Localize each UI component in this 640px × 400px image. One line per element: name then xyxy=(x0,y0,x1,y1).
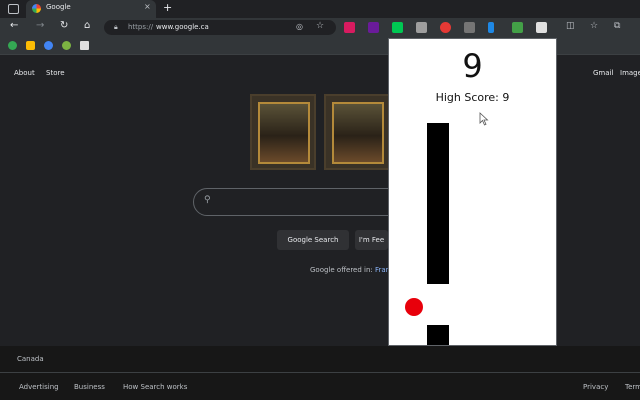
game-popup[interactable]: 9 High Score: 9 xyxy=(388,38,557,346)
forward-button[interactable]: → xyxy=(36,20,44,31)
offered-prefix: Google offered in: xyxy=(310,266,373,274)
split-screen-icon[interactable]: ◫ xyxy=(566,21,575,31)
location-icon[interactable]: ◎ xyxy=(296,22,303,31)
bookmark-icon[interactable] xyxy=(26,41,35,50)
bookmark-icon[interactable] xyxy=(80,41,89,50)
extension-icon[interactable] xyxy=(344,22,355,33)
how-search-works-link[interactable]: How Search works xyxy=(123,383,187,391)
window-menu-icon[interactable] xyxy=(8,4,19,14)
address-bar[interactable]: 🔒︎ https:// www.google.ca ◎ ☆ xyxy=(104,20,336,35)
tab-title: Google xyxy=(46,3,71,11)
game-extension-icon[interactable] xyxy=(536,22,547,33)
google-search-button[interactable]: Google Search xyxy=(277,230,349,250)
lock-icon: 🔒︎ xyxy=(114,23,118,31)
new-tab-button[interactable]: + xyxy=(163,1,172,14)
store-link[interactable]: Store xyxy=(46,69,65,77)
player-ball xyxy=(405,298,423,316)
extension-icon[interactable] xyxy=(440,22,451,33)
url-scheme: https:// xyxy=(128,23,154,31)
top-pipe xyxy=(427,123,449,284)
extension-icon[interactable] xyxy=(512,22,523,33)
bookmark-icon[interactable] xyxy=(62,41,71,50)
back-button[interactable]: ← xyxy=(10,20,18,31)
gmail-link[interactable]: Gmail xyxy=(593,69,613,77)
bottom-pipe xyxy=(427,325,449,345)
game-score: 9 xyxy=(462,47,483,85)
reload-button[interactable]: ↻ xyxy=(60,20,68,31)
extension-icon[interactable] xyxy=(488,22,494,33)
footer-country-bar: Canada xyxy=(0,346,640,373)
footer-country: Canada xyxy=(17,355,44,363)
doodle-painting[interactable] xyxy=(324,94,390,170)
doodle-painting[interactable] xyxy=(250,94,316,170)
images-link[interactable]: Image xyxy=(620,69,640,77)
mouse-cursor-icon xyxy=(479,112,489,126)
extension-icon[interactable] xyxy=(416,22,427,33)
google-favicon-icon xyxy=(32,4,41,13)
url-host: www.google.ca xyxy=(156,23,209,31)
offered-in-text: Google offered in: Franç xyxy=(310,266,394,274)
favorites-icon[interactable]: ☆ xyxy=(590,21,598,31)
business-link[interactable]: Business xyxy=(74,383,105,391)
extension-icon[interactable] xyxy=(392,22,403,33)
about-link[interactable]: About xyxy=(14,69,35,77)
tab-close-icon[interactable]: × xyxy=(144,2,151,11)
extension-icon[interactable] xyxy=(368,22,379,33)
bookmark-star-icon[interactable]: ☆ xyxy=(316,21,324,31)
bookmark-icon[interactable] xyxy=(8,41,17,50)
terms-link[interactable]: Term xyxy=(625,383,640,391)
extension-icon[interactable] xyxy=(464,22,475,33)
tab-google[interactable]: Google × xyxy=(26,0,156,18)
high-score: High Score: 9 xyxy=(435,91,510,104)
advertising-link[interactable]: Advertising xyxy=(19,383,59,391)
feeling-lucky-button[interactable]: I'm Fee xyxy=(355,230,388,250)
privacy-link[interactable]: Privacy xyxy=(583,383,608,391)
collections-icon[interactable]: ⧉ xyxy=(614,21,620,31)
home-button[interactable]: ⌂ xyxy=(84,20,90,31)
search-icon: ⚲ xyxy=(204,195,211,205)
bookmark-icon[interactable] xyxy=(44,41,53,50)
